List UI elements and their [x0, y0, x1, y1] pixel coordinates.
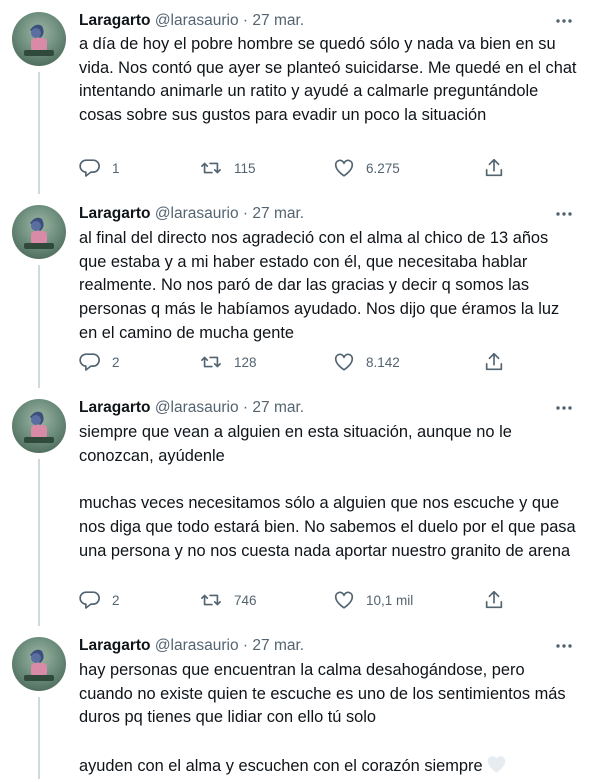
tweet[interactable]: Laragarto @larasaurio · 27 mar. a día de… — [0, 0, 592, 194]
thread-line — [38, 72, 40, 194]
share-button[interactable] — [483, 350, 505, 374]
user-handle[interactable]: @larasaurio — [155, 205, 239, 222]
more-options-icon[interactable] — [554, 13, 574, 29]
thread-line — [38, 697, 40, 779]
reply-icon — [79, 353, 100, 371]
tweet-text: hay personas que encuentran la calma des… — [79, 659, 579, 782]
tweet-header: Laragarto @larasaurio · 27 mar. — [79, 203, 304, 225]
timestamp[interactable]: 27 mar. — [252, 205, 304, 222]
tweet-paragraph: siempre que vean a alguien en esta situa… — [79, 423, 512, 465]
retweet-button[interactable]: 746 — [199, 588, 257, 612]
timestamp[interactable]: 27 mar. — [252, 12, 304, 29]
avatar[interactable] — [12, 12, 66, 66]
tweet-text: a día de hoy el pobre hombre se quedó só… — [79, 33, 579, 128]
retweet-count: 115 — [234, 160, 256, 176]
retweet-count: 746 — [234, 592, 257, 608]
reply-count: 1 — [112, 160, 120, 176]
like-button[interactable]: 10,1 mil — [333, 588, 413, 612]
tweet-paragraph: al final del directo nos agradeció con e… — [79, 229, 560, 342]
display-name[interactable]: Laragarto — [79, 399, 151, 416]
thread-line — [38, 459, 40, 626]
reply-count: 2 — [112, 592, 120, 608]
avatar-image — [24, 411, 54, 443]
tweet-actions: 1 115 6.275 — [79, 156, 519, 180]
avatar[interactable] — [12, 205, 66, 259]
display-name[interactable]: Laragarto — [79, 637, 151, 654]
display-name[interactable]: Laragarto — [79, 12, 151, 29]
white-heart-icon — [486, 754, 507, 782]
reply-button[interactable]: 1 — [79, 156, 120, 180]
avatar-image — [24, 217, 54, 249]
more-options-icon[interactable] — [554, 206, 574, 222]
thread-line — [38, 265, 40, 388]
user-handle[interactable]: @larasaurio — [155, 399, 239, 416]
tweet-paragraph: muchas veces necesitamos sólo a alguien … — [79, 494, 576, 560]
share-button[interactable] — [483, 588, 505, 612]
tweet-text: siempre que vean a alguien en esta situa… — [79, 421, 579, 563]
timestamp[interactable]: 27 mar. — [252, 399, 304, 416]
share-button[interactable] — [483, 156, 505, 180]
share-icon — [485, 352, 503, 371]
share-icon — [485, 158, 503, 177]
tweet[interactable]: Laragarto @larasaurio · 27 mar. siempre … — [0, 387, 592, 626]
heart-icon — [334, 159, 354, 177]
avatar[interactable] — [12, 637, 66, 691]
user-handle[interactable]: @larasaurio — [155, 12, 239, 29]
user-handle[interactable]: @larasaurio — [155, 637, 239, 654]
like-count: 6.275 — [366, 160, 400, 176]
separator: · — [242, 12, 249, 29]
retweet-count: 128 — [234, 354, 257, 370]
tweet[interactable]: Laragarto @larasaurio · 27 mar. al final… — [0, 193, 592, 388]
like-button[interactable]: 6.275 — [333, 156, 400, 180]
tweet-header: Laragarto @larasaurio · 27 mar. — [79, 635, 304, 657]
tweet-paragraph: hay personas que encuentran la calma des… — [79, 661, 566, 727]
display-name[interactable]: Laragarto — [79, 205, 151, 222]
avatar[interactable] — [12, 399, 66, 453]
separator: · — [242, 205, 249, 222]
like-button[interactable]: 8.142 — [333, 350, 400, 374]
tweet-paragraph-last: ayuden con el alma y escuchen con el cor… — [79, 754, 579, 782]
like-count: 10,1 mil — [366, 592, 414, 608]
more-options-icon[interactable] — [554, 638, 574, 654]
retweet-icon — [201, 356, 221, 368]
retweet-button[interactable]: 128 — [199, 350, 257, 374]
separator: · — [242, 637, 249, 654]
tweet[interactable]: Laragarto @larasaurio · 27 mar. hay pers… — [0, 625, 592, 779]
tweet-header: Laragarto @larasaurio · 27 mar. — [79, 10, 304, 32]
separator: · — [242, 399, 249, 416]
like-count: 8.142 — [366, 354, 400, 370]
tweet-actions: 2 128 8.142 — [79, 350, 519, 374]
tweet-paragraph: a día de hoy el pobre hombre se quedó só… — [79, 35, 577, 125]
heart-icon — [334, 591, 354, 609]
reply-button[interactable]: 2 — [79, 588, 120, 612]
timestamp[interactable]: 27 mar. — [252, 637, 304, 654]
reply-count: 2 — [112, 354, 120, 370]
tweet-header: Laragarto @larasaurio · 27 mar. — [79, 397, 304, 419]
retweet-icon — [201, 162, 221, 174]
heart-icon — [334, 353, 354, 371]
retweet-button[interactable]: 115 — [199, 156, 256, 180]
share-icon — [485, 590, 503, 609]
tweet-actions: 2 746 10,1 mil — [79, 588, 519, 612]
more-options-icon[interactable] — [554, 400, 574, 416]
reply-icon — [79, 159, 100, 177]
retweet-icon — [201, 594, 221, 606]
avatar-image — [24, 24, 54, 56]
tweet-text: al final del directo nos agradeció con e… — [79, 227, 579, 346]
avatar-image — [24, 649, 54, 681]
reply-button[interactable]: 2 — [79, 350, 120, 374]
reply-icon — [79, 591, 100, 609]
tweet-paragraph: ayuden con el alma y escuchen con el cor… — [79, 756, 483, 775]
